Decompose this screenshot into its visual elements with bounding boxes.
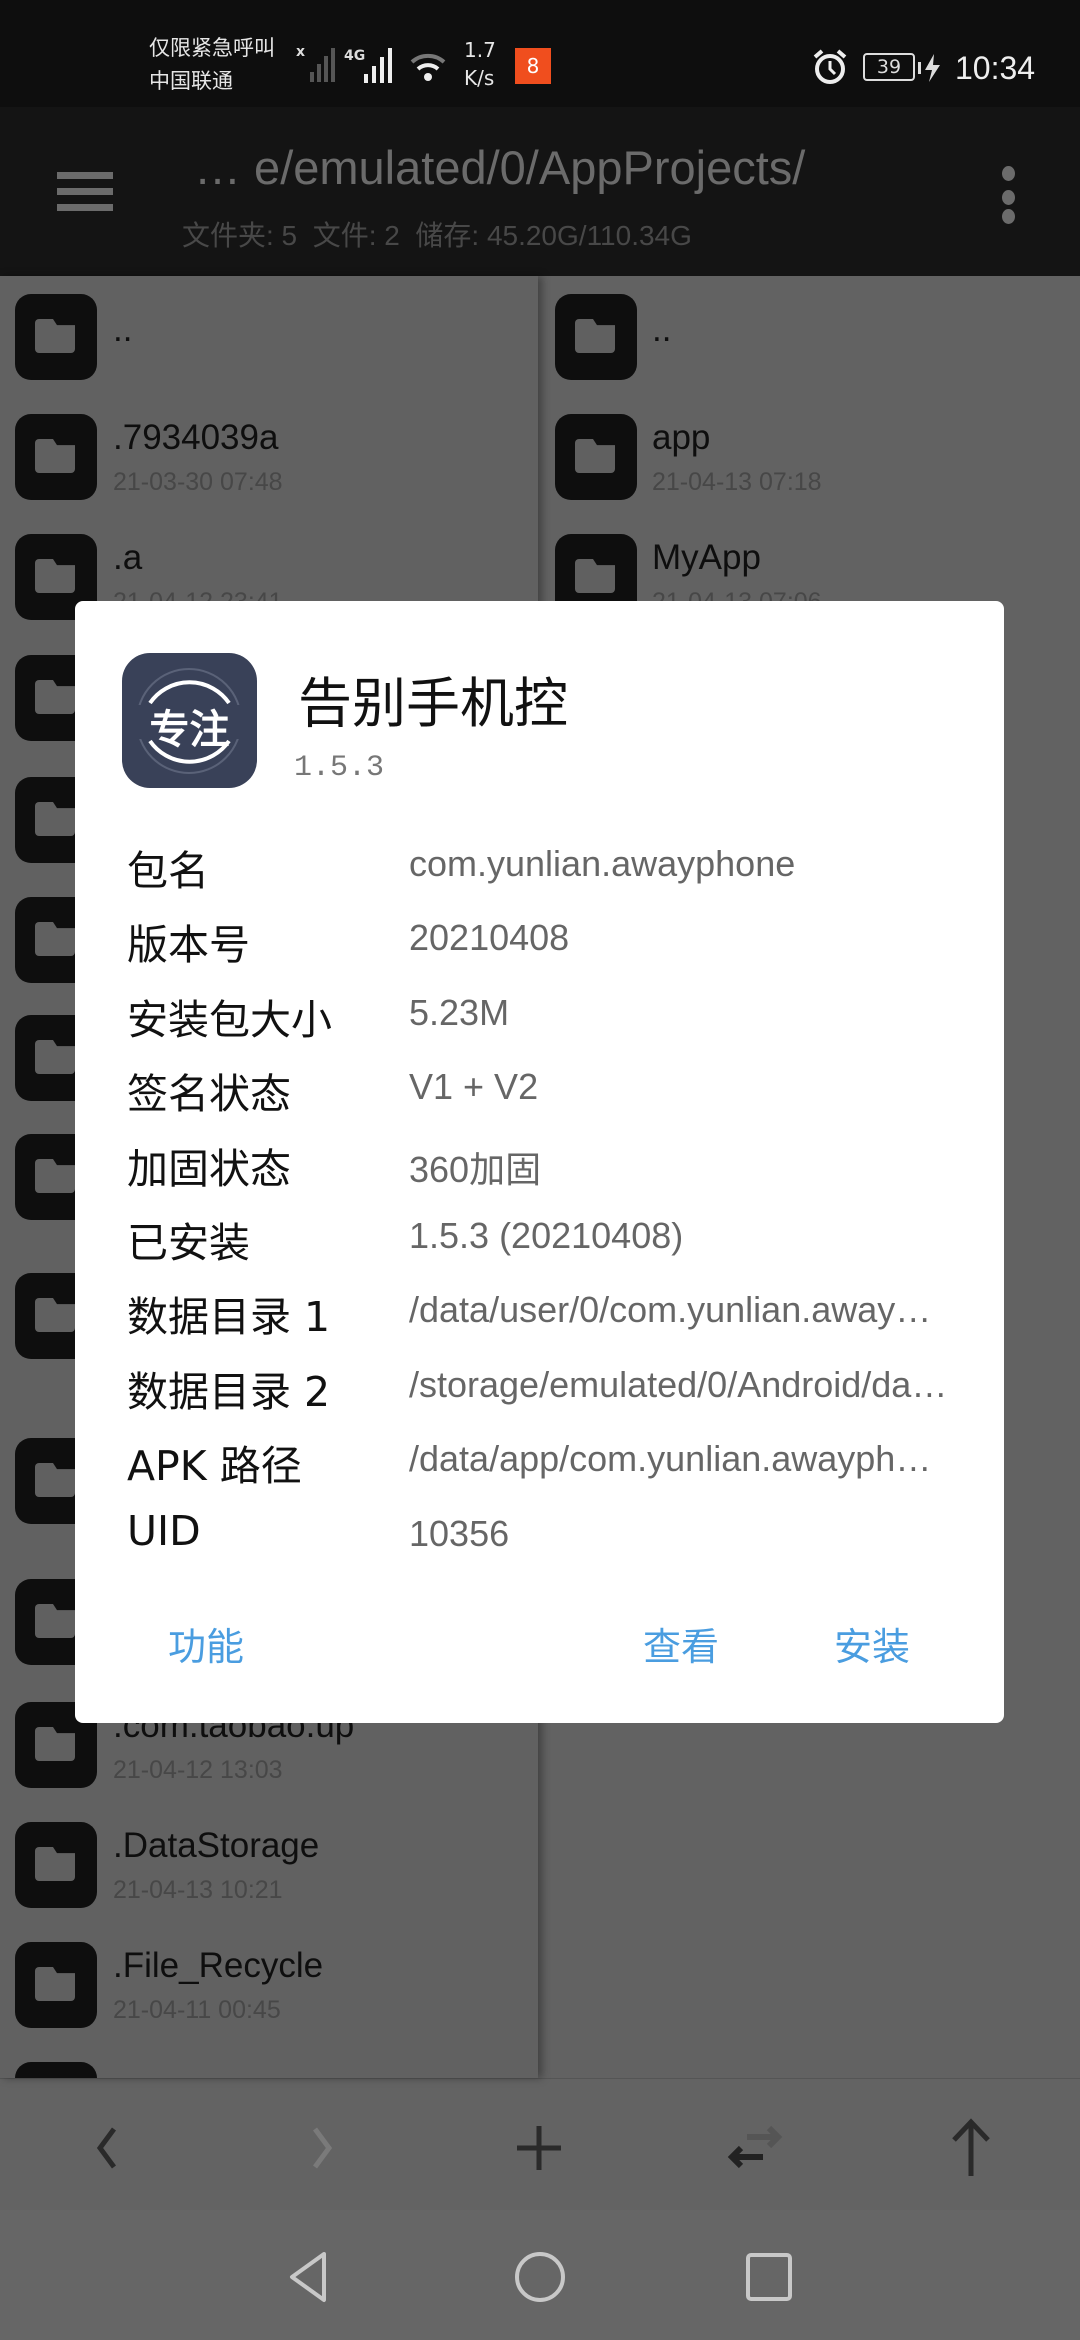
file-name: .. [113, 310, 133, 349]
info-value[interactable]: /data/app/com.yunlian.awayphone [409, 1438, 949, 1480]
info-row: APK 路径/data/app/com.yunlian.awayphone [127, 1428, 967, 1490]
svg-text:x: x [296, 44, 305, 60]
info-row: 签名状态 V1 + V2 [127, 1056, 967, 1118]
info-value[interactable]: 360加固 [409, 1141, 949, 1193]
info-label: 包名 [127, 847, 209, 895]
file-name: .a [113, 538, 143, 577]
notification-app-icon: 8 [515, 48, 551, 84]
add-icon[interactable] [504, 2118, 574, 2178]
info-row: 数据目录 1/data/user/0/com.yunlian.awayphone [127, 1279, 967, 1341]
info-label: 加固状态 [127, 1144, 291, 1193]
status-bar: 仅限紧急呼叫 中国联通 x 4G 1.7 K/s 8 39 10:34 [0, 0, 1080, 107]
file-name: .. [652, 310, 672, 349]
info-label: 版本号 [127, 921, 250, 970]
info-row: 包名 com.yunlian.awayphone [127, 833, 967, 895]
overflow-menu-dot [1002, 190, 1015, 205]
folder-icon [555, 414, 637, 500]
file-name: app [652, 418, 711, 457]
carrier-name: 中国联通 [149, 69, 233, 93]
charging-icon [918, 54, 940, 82]
functions-button[interactable]: 功能 [168, 1616, 244, 1671]
nav-back-icon[interactable] [284, 2250, 334, 2304]
folder-icon [15, 1822, 97, 1908]
info-row: 安装包大小 5.23M [127, 982, 967, 1044]
info-value[interactable]: 5.23M [409, 992, 949, 1034]
file-date: 21-03-30 07:48 [113, 468, 283, 496]
view-button[interactable]: 查看 [643, 1616, 719, 1671]
file-list-item[interactable]: .. [0, 294, 538, 404]
info-label: UID [127, 1506, 201, 1555]
battery-indicator: 39 [863, 53, 915, 81]
install-button[interactable]: 安装 [834, 1616, 910, 1671]
wifi-icon [410, 53, 446, 81]
carrier-emergency-text: 仅限紧急呼叫 [149, 36, 275, 60]
file-name: MyApp [652, 538, 761, 577]
file-list-item[interactable]: .File_Recycle 21-04-11 00:45 [0, 1942, 538, 2052]
nav-home-icon[interactable] [513, 2250, 567, 2304]
file-name: .File_Recycle [113, 1946, 324, 1985]
info-value[interactable]: 20210408 [409, 917, 949, 959]
info-row: 已安装 1.5.3 (20210408) [127, 1205, 967, 1267]
clock: 10:34 [955, 50, 1036, 86]
info-value[interactable]: 1.5.3 (20210408) [409, 1215, 949, 1257]
nav-recents-icon[interactable] [745, 2252, 793, 2302]
folder-icon [15, 414, 97, 500]
info-row: UID 10356 [127, 1503, 967, 1563]
folder-icon [15, 1942, 97, 2028]
info-row: 版本号 20210408 [127, 907, 967, 969]
file-list-item[interactable]: .7934039a 21-03-30 07:48 [0, 414, 538, 524]
folder-stats: 文件夹: 5 文件: 2 储存: 45.20G/110.34G [182, 220, 692, 251]
menu-hamburger-icon[interactable] [57, 172, 113, 211]
back-chevron-icon[interactable] [72, 2118, 142, 2178]
file-list-item[interactable]: .. [540, 294, 1080, 404]
info-label: 签名状态 [127, 1070, 291, 1119]
file-list-item[interactable]: .DataStorage 21-04-13 10:21 [0, 1822, 538, 1932]
signal-sim2-icon [364, 48, 392, 83]
app-version: 1.5.3 [294, 751, 385, 785]
file-list-item[interactable]: app 21-04-13 07:18 [540, 414, 1080, 524]
file-name: .7934039a [113, 418, 279, 457]
folder-icon [15, 2062, 97, 2078]
parent-directory-icon[interactable] [936, 2118, 1006, 2178]
forward-chevron-icon[interactable] [287, 2118, 357, 2178]
info-label: 数据目录 2 [127, 1367, 331, 1416]
file-date: 21-04-13 07:18 [652, 468, 822, 496]
info-row: 数据目录 2/storage/emulated/0/Android/data/c… [127, 1354, 967, 1416]
overflow-menu-dot [1002, 209, 1015, 224]
folder-icon [555, 294, 637, 380]
info-label: APK 路径 [127, 1442, 302, 1491]
file-name: .DataStorage [113, 1826, 320, 1865]
file-date: 21-04-12 13:03 [113, 1756, 283, 1784]
file-date: 21-04-11 00:45 [113, 1996, 281, 2024]
swap-panes-icon[interactable] [720, 2118, 790, 2178]
info-row: 加固状态 360加固 [127, 1131, 967, 1193]
app-icon-text: 专注 [149, 707, 230, 753]
info-label: 安装包大小 [127, 995, 332, 1044]
net-speed-unit: K/s [464, 66, 495, 90]
app-icon: 专注 [122, 653, 257, 788]
folder-icon [15, 294, 97, 380]
info-value[interactable]: /data/user/0/com.yunlian.awayphone [409, 1289, 949, 1331]
overflow-menu-icon[interactable] [1002, 166, 1015, 181]
current-path[interactable]: … e/emulated/0/AppProjects/ [194, 140, 805, 195]
apk-info-dialog: 专注 告别手机控 1.5.3 包名 com.yunlian.awayphone 版本… [75, 601, 1004, 1723]
file-date: 21-04-13 10:21 [113, 1876, 283, 1904]
info-label: 已安装 [127, 1219, 250, 1267]
file-list-item[interactable]: .gs_file [0, 2062, 538, 2078]
info-value[interactable]: com.yunlian.awayphone [409, 843, 949, 885]
net-speed-value: 1.7 [464, 38, 496, 62]
app-name: 告别手机控 [298, 672, 568, 735]
info-value[interactable]: V1 + V2 [409, 1066, 949, 1108]
info-value[interactable]: /storage/emulated/0/Android/data/com.yun… [409, 1364, 949, 1406]
info-label: 数据目录 1 [127, 1293, 331, 1342]
alarm-icon [813, 49, 847, 84]
signal-sim1-icon: x [296, 44, 335, 82]
info-value[interactable]: 10356 [409, 1513, 949, 1555]
